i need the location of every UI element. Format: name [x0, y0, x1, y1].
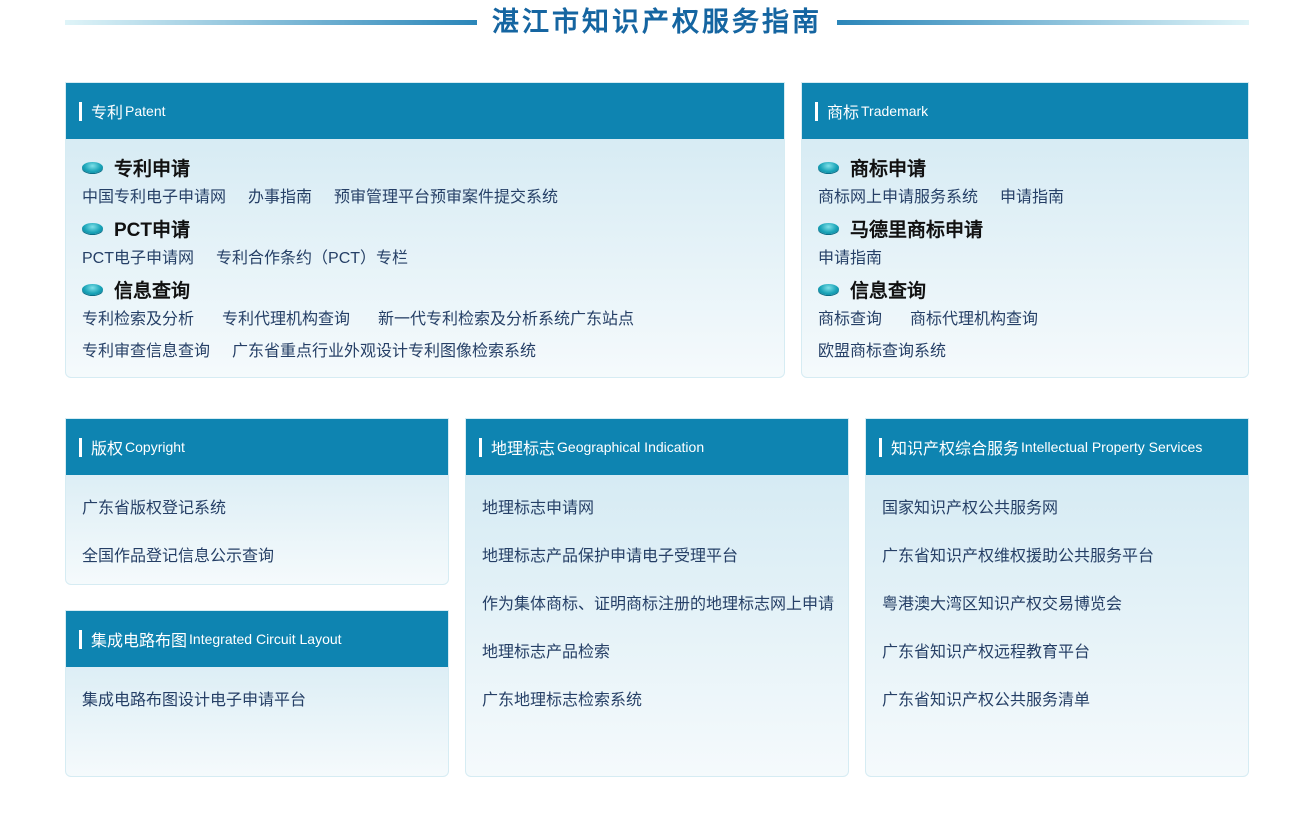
patent-link[interactable]: 专利审查信息查询: [82, 343, 210, 360]
patent-section-links: 专利检索及分析 专利代理机构查询 新一代专利检索及分析系统广东站点: [82, 304, 784, 335]
pill-icon: [818, 161, 839, 173]
ip-services-heading-en: Intellectual Property Services: [1021, 439, 1203, 455]
patent-link[interactable]: 广东省重点行业外观设计专利图像检索系统: [232, 343, 536, 360]
geo-indication-list: 地理标志申请网 地理标志产品保护申请电子受理平台 作为集体商标、证明商标注册的地…: [466, 475, 848, 734]
trademark-section-title: 信息查询: [818, 274, 1248, 304]
copyright-link[interactable]: 全国作品登记信息公示查询: [82, 542, 448, 590]
pill-icon: [818, 222, 839, 234]
trademark-card: 商标 Trademark 商标申请 商标网上申请服务系统 申请指南 马德里商标申请…: [801, 82, 1249, 378]
patent-link[interactable]: 中国专利电子申请网: [82, 189, 226, 206]
trademark-heading: 商标: [827, 105, 860, 122]
patent-section-title: PCT申请: [82, 213, 784, 243]
ip-services-card: 知识产权综合服务 Intellectual Property Services …: [865, 418, 1249, 777]
page-title: 湛江市知识产权服务指南: [492, 7, 822, 37]
header-accent-bar: [815, 101, 818, 121]
copyright-card-header: 版权 Copyright: [66, 419, 448, 475]
trademark-link[interactable]: 申请指南: [818, 250, 882, 267]
trademark-link[interactable]: 欧盟商标查询系统: [818, 343, 946, 360]
trademark-link[interactable]: 商标网上申请服务系统: [818, 189, 978, 206]
trademark-section-links: 商标网上申请服务系统 申请指南: [818, 182, 1248, 213]
patent-section-links: 专利审查信息查询 广东省重点行业外观设计专利图像检索系统: [82, 336, 784, 367]
header-accent-bar: [79, 101, 82, 121]
copyright-card: 版权 Copyright 广东省版权登记系统 全国作品登记信息公示查询: [65, 418, 449, 585]
copyright-link[interactable]: 广东省版权登记系统: [82, 494, 448, 542]
trademark-section-links: 申请指南: [818, 243, 1248, 274]
ip-services-heading: 知识产权综合服务: [891, 441, 1020, 458]
patent-section-links: PCT电子申请网 专利合作条约（PCT）专栏: [82, 243, 784, 274]
trademark-section-title: 商标申请: [818, 152, 1248, 182]
geo-indication-heading: 地理标志: [491, 441, 556, 458]
patent-link[interactable]: 专利合作条约（PCT）专栏: [216, 250, 408, 267]
geo-indication-link[interactable]: 地理标志申请网: [482, 494, 848, 542]
patent-card: 专利 Patent 专利申请 中国专利电子申请网 办事指南 预审管理平台预审案件提交…: [65, 82, 785, 378]
header-accent-bar: [79, 629, 82, 649]
geo-indication-link[interactable]: 广东地理标志检索系统: [482, 686, 848, 734]
copyright-heading-en: Copyright: [125, 439, 185, 455]
trademark-link[interactable]: 商标查询: [818, 311, 882, 328]
patent-heading: 专利: [91, 105, 124, 122]
trademark-heading-en: Trademark: [861, 103, 929, 119]
trademark-card-header: 商标 Trademark: [802, 83, 1248, 139]
patent-section-title: 信息查询: [82, 274, 784, 304]
ip-services-card-header: 知识产权综合服务 Intellectual Property Services: [866, 419, 1248, 475]
ip-services-list: 国家知识产权公共服务网 广东省知识产权维权援助公共服务平台 粤港澳大湾区知识产权…: [866, 475, 1248, 734]
pill-icon: [818, 283, 839, 295]
patent-section-links: 中国专利电子申请网 办事指南 预审管理平台预审案件提交系统: [82, 182, 784, 213]
patent-section-title: 专利申请: [82, 152, 784, 182]
ic-layout-link[interactable]: 集成电路布图设计电子申请平台: [82, 686, 448, 734]
geo-indication-card: 地理标志 Geographical Indication 地理标志申请网 地理标…: [465, 418, 849, 777]
ic-layout-card-header: 集成电路布图 Integrated Circuit Layout: [66, 611, 448, 667]
header-accent-bar: [479, 437, 482, 457]
ip-services-link[interactable]: 粤港澳大湾区知识产权交易博览会: [882, 590, 1248, 638]
patent-link[interactable]: 办事指南: [248, 189, 312, 206]
ip-services-link[interactable]: 广东省知识产权公共服务清单: [882, 686, 1248, 734]
geo-indication-link[interactable]: 地理标志产品保护申请电子受理平台: [482, 542, 848, 590]
patent-link[interactable]: 预审管理平台预审案件提交系统: [334, 189, 558, 206]
pill-icon: [82, 283, 103, 295]
patent-link[interactable]: PCT电子申请网: [82, 250, 194, 267]
pill-icon: [82, 222, 103, 234]
header-accent-bar: [79, 437, 82, 457]
header-accent-bar: [879, 437, 882, 457]
ip-services-link[interactable]: 广东省知识产权维权援助公共服务平台: [882, 542, 1248, 590]
patent-link[interactable]: 新一代专利检索及分析系统广东站点: [378, 311, 634, 328]
copyright-heading: 版权: [91, 441, 124, 458]
trademark-section-links: 欧盟商标查询系统: [818, 336, 1248, 367]
ip-services-link[interactable]: 广东省知识产权远程教育平台: [882, 638, 1248, 686]
patent-link[interactable]: 专利检索及分析: [82, 311, 194, 328]
trademark-link[interactable]: 商标代理机构查询: [910, 311, 1038, 328]
ic-layout-list: 集成电路布图设计电子申请平台: [66, 667, 448, 734]
ic-layout-heading-en: Integrated Circuit Layout: [189, 631, 342, 647]
trademark-section-title: 马德里商标申请: [818, 213, 1248, 243]
pill-icon: [82, 161, 103, 173]
ic-layout-heading: 集成电路布图: [91, 633, 188, 650]
trademark-section-links: 商标查询 商标代理机构查询: [818, 304, 1248, 335]
ic-layout-card: 集成电路布图 Integrated Circuit Layout 集成电路布图设…: [65, 610, 449, 777]
geo-indication-card-header: 地理标志 Geographical Indication: [466, 419, 848, 475]
copyright-list: 广东省版权登记系统 全国作品登记信息公示查询: [66, 475, 448, 590]
page-header: 湛江市知识产权服务指南: [65, 0, 1249, 46]
patent-heading-en: Patent: [125, 103, 166, 119]
geo-indication-link[interactable]: 作为集体商标、证明商标注册的地理标志网上申请: [482, 590, 848, 638]
ip-services-link[interactable]: 国家知识产权公共服务网: [882, 494, 1248, 542]
patent-link[interactable]: 专利代理机构查询: [222, 311, 350, 328]
geo-indication-heading-en: Geographical Indication: [557, 439, 705, 455]
geo-indication-link[interactable]: 地理标志产品检索: [482, 638, 848, 686]
patent-card-header: 专利 Patent: [66, 83, 784, 139]
trademark-link[interactable]: 申请指南: [1000, 189, 1064, 206]
